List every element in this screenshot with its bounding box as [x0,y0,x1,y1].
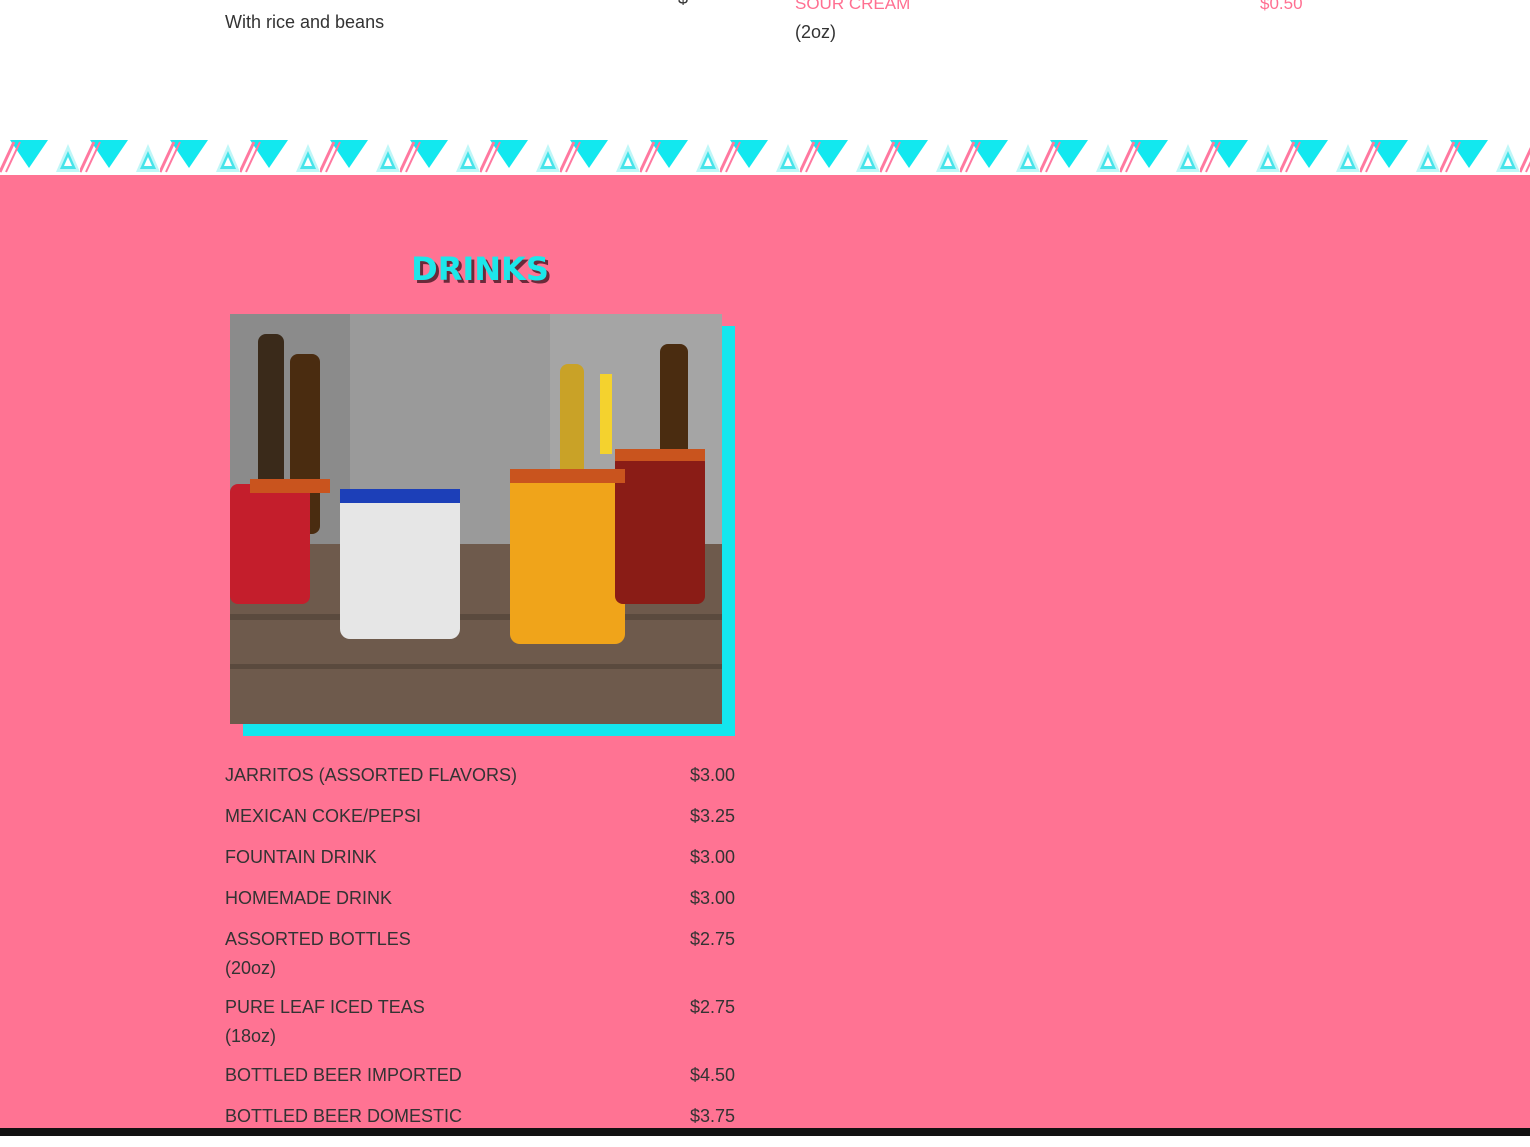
drink-price: $2.75 [689,997,735,1017]
drinks-section: DRINKS JARRITOS (ASSORTED FLAVORS) $3.00… [0,175,1530,1136]
previous-menu-section: $ With rice and beans SOUR CREAM $0.50 (… [0,0,1530,140]
drink-note: (20oz) [225,958,277,978]
drink-name: JARRITOS (ASSORTED FLAVORS) [225,765,518,785]
top-left-price: $ [678,0,688,9]
bottom-bar [0,1128,1530,1136]
drink-item-assorted-bottles: ASSORTED BOTTLES $2.75 (20oz) [225,929,735,979]
drinks-photo [230,314,722,724]
drink-item-beer-domestic: BOTTLED BEER DOMESTIC $3.75 [225,1106,735,1129]
drink-price: $3.75 [689,1106,735,1126]
drinks-photo-illustration [230,314,722,724]
top-left-item-description: With rice and beans [225,12,385,32]
top-right-item-price: $0.50 [1260,0,1303,13]
drink-price: $3.00 [689,765,735,785]
top-right-item-name: SOUR CREAM [795,0,911,13]
drink-item-mexican-coke: MEXICAN COKE/PEPSI $3.25 [225,806,735,829]
top-right-item-note: (2oz) [795,22,837,42]
drink-name: HOMEMADE DRINK [225,888,393,908]
drink-price: $3.25 [689,806,735,826]
drink-item-beer-imported: BOTTLED BEER IMPORTED $4.50 [225,1065,735,1088]
drink-note: (18oz) [225,1026,277,1046]
drink-price: $3.00 [689,888,735,908]
drink-name: PURE LEAF ICED TEAS [225,997,425,1017]
drinks-menu-list: JARRITOS (ASSORTED FLAVORS) $3.00 MEXICA… [225,765,735,1147]
decorative-pattern-band [0,138,1530,176]
drink-item-jarritos: JARRITOS (ASSORTED FLAVORS) $3.00 [225,765,735,788]
drink-item-homemade: HOMEMADE DRINK $3.00 [225,888,735,911]
drink-item-pure-leaf: PURE LEAF ICED TEAS $2.75 (18oz) [225,997,735,1047]
drink-item-fountain: FOUNTAIN DRINK $3.00 [225,847,735,870]
drink-price: $2.75 [689,929,735,949]
drinks-photo-frame [230,314,735,736]
drink-name: ASSORTED BOTTLES [225,929,411,949]
drink-name: BOTTLED BEER DOMESTIC [225,1106,463,1126]
drinks-heading: DRINKS [411,250,549,288]
drink-name: BOTTLED BEER IMPORTED [225,1065,462,1085]
drink-price: $4.50 [689,1065,735,1085]
drink-price: $3.00 [689,847,735,867]
drink-name: MEXICAN COKE/PEPSI [225,806,422,826]
drink-name: FOUNTAIN DRINK [225,847,377,867]
